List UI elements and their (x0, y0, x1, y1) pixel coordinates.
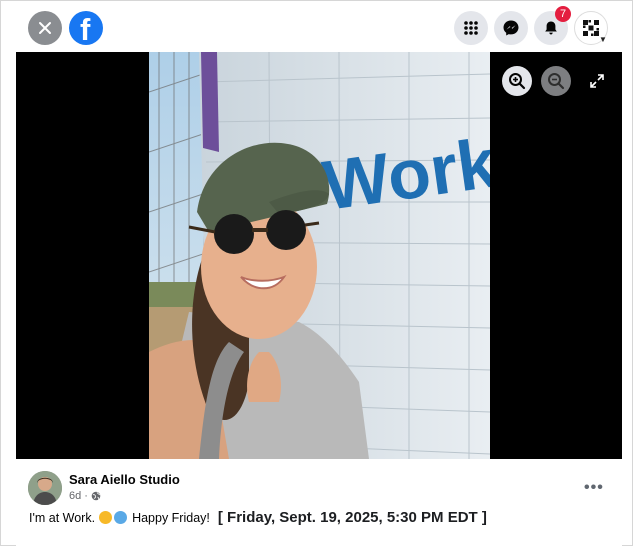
post-info: Sara Aiello Studio 6d · ••• I'm at Work.… (16, 459, 622, 547)
caption-text-2: Happy Friday! (132, 510, 210, 525)
chevron-down-icon[interactable]: ▼ (599, 35, 607, 44)
zoom-out-icon (548, 73, 565, 90)
selfie-photo-illustration: Work (149, 52, 490, 459)
top-bar: f 7 ▼ (16, 4, 622, 52)
post-meta: 6d · (69, 490, 101, 502)
bell-icon (545, 21, 557, 35)
author-avatar-image (28, 471, 62, 505)
menu-grid-icon (464, 21, 478, 35)
more-options-button[interactable]: ••• (584, 479, 604, 497)
messenger-button[interactable] (494, 11, 528, 45)
author-name[interactable]: Sara Aiello Studio (69, 472, 180, 487)
zoom-in-button[interactable] (502, 66, 532, 96)
caption-text: I'm at Work. (29, 510, 96, 525)
fullscreen-icon (590, 74, 604, 88)
photo-viewer: f 7 ▼ Work Sara Aiello Studio 6d · ••• I… (0, 0, 633, 547)
post-photo: Work (149, 52, 490, 459)
messenger-icon (503, 20, 519, 36)
smiley-emoji-icon (99, 511, 113, 524)
media-viewer: Work (16, 52, 622, 459)
avatar[interactable] (28, 471, 62, 505)
post-caption: I'm at Work. Happy Friday! [ Friday, Sep… (29, 509, 487, 526)
close-button[interactable] (28, 11, 62, 45)
close-icon (39, 22, 51, 34)
separator-dot: · (84, 490, 88, 502)
fullscreen-button[interactable] (582, 66, 612, 96)
zoom-in-icon (509, 73, 526, 90)
post-time[interactable]: 6d (69, 490, 81, 502)
facebook-logo-icon[interactable]: f (69, 11, 103, 47)
globe-icon (91, 491, 101, 501)
facebook-logo-letter: f (80, 12, 91, 47)
notification-count-badge: 7 (555, 6, 571, 22)
zoom-out-button[interactable] (541, 66, 571, 96)
timestamp-overlay: [ Friday, Sept. 19, 2025, 5:30 PM EDT ] (217, 509, 487, 526)
blue-heart-emoji-icon (114, 511, 128, 524)
menu-button[interactable] (454, 11, 488, 45)
